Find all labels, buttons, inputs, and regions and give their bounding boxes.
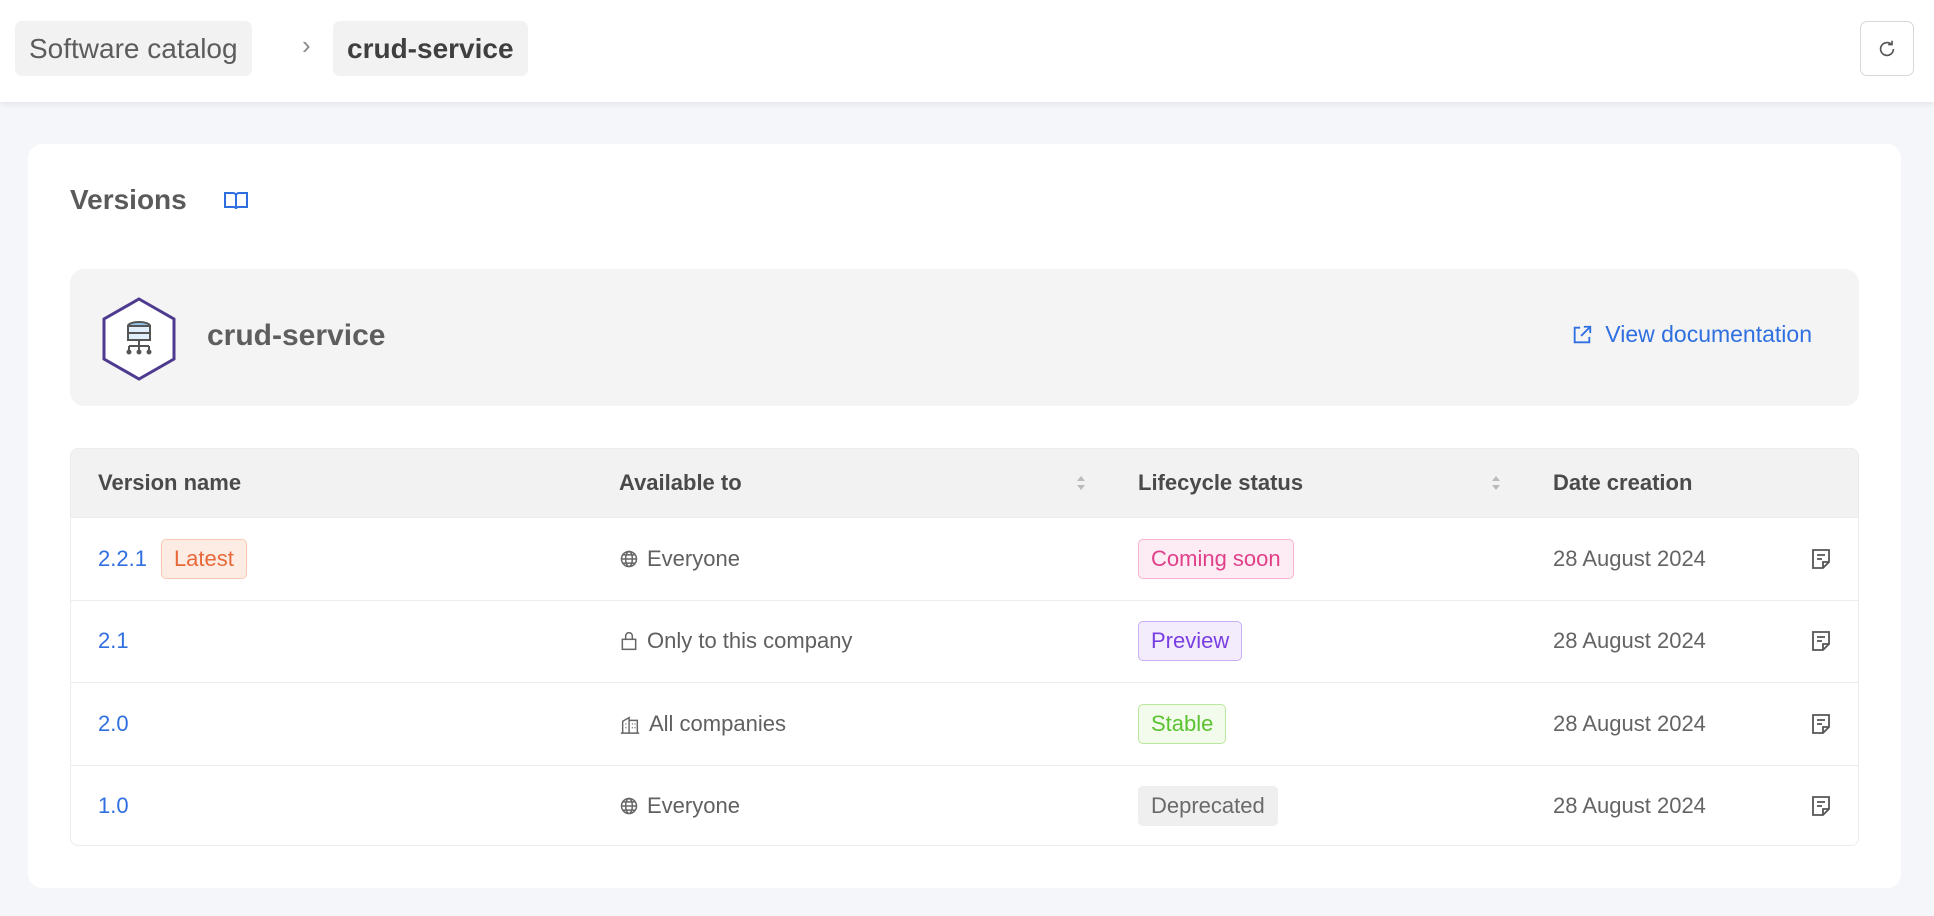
table-row: 2.0 All companies Stable 28 August 2024 [71, 682, 1858, 765]
versions-table: Version name Available to Lifecycle stat… [70, 448, 1859, 846]
building-icon [619, 713, 641, 735]
available-to-cell: Everyone [619, 766, 740, 846]
column-available-to[interactable]: Available to [619, 449, 742, 517]
refresh-icon [1879, 40, 1895, 56]
version-link[interactable]: 2.0 [98, 711, 129, 737]
breadcrumb-current: crud-service [333, 21, 528, 76]
status-badge: Preview [1138, 621, 1243, 662]
available-to-label: Everyone [647, 793, 740, 819]
status-badge: Stable [1138, 703, 1227, 744]
release-notes-button[interactable] [1811, 601, 1831, 683]
top-bar: Software catalog › crud-service [0, 0, 1934, 102]
view-documentation-link[interactable]: View documentation [1571, 321, 1812, 348]
date-cell: 28 August 2024 [1553, 710, 1706, 736]
service-logo [102, 297, 176, 381]
doc-link-label: View documentation [1605, 321, 1812, 347]
version-cell: 1.0 [98, 766, 129, 846]
status-cell: Preview [1138, 601, 1243, 683]
release-notes-button[interactable] [1811, 518, 1831, 600]
available-to-label: Everyone [647, 545, 740, 571]
breadcrumb-label: Software catalog [29, 32, 238, 64]
available-to-label: All companies [649, 710, 786, 736]
version-cell: 2.2.1 Latest [98, 518, 247, 600]
lock-icon [619, 630, 639, 652]
globe-icon [619, 796, 639, 816]
book-icon[interactable] [223, 190, 249, 212]
breadcrumb-software-catalog[interactable]: Software catalog [15, 21, 252, 76]
status-cell: Deprecated [1138, 766, 1278, 846]
version-link[interactable]: 1.0 [98, 793, 129, 819]
available-to-cell: All companies [619, 683, 786, 765]
sort-icon[interactable] [1490, 473, 1502, 493]
available-to-cell: Only to this company [619, 601, 852, 683]
breadcrumb-label: crud-service [347, 32, 514, 64]
available-to-label: Only to this company [647, 628, 853, 654]
table-row: 2.2.1 Latest Everyone Coming soon 28 Augu… [71, 517, 1858, 600]
external-link-icon [1574, 325, 1592, 343]
versions-card: Versions crud-service View documentation… [28, 144, 1901, 888]
status-cell: Stable [1138, 683, 1227, 765]
refresh-button[interactable] [1860, 21, 1914, 76]
column-date-creation: Date creation [1553, 470, 1693, 495]
service-name: crud-service [207, 319, 386, 352]
release-notes-button[interactable] [1811, 683, 1831, 765]
status-cell: Coming soon [1138, 518, 1294, 600]
available-to-cell: Everyone [619, 518, 740, 600]
column-lifecycle-status[interactable]: Lifecycle status [1138, 449, 1303, 517]
status-badge: Coming soon [1138, 538, 1294, 579]
version-cell: 2.1 [98, 601, 129, 683]
version-link[interactable]: 2.1 [98, 628, 129, 654]
date-cell: 28 August 2024 [1553, 628, 1706, 654]
latest-badge: Latest [160, 538, 247, 579]
globe-icon [619, 549, 639, 569]
page-title: Versions [70, 184, 187, 215]
release-note-icon [1812, 631, 1830, 652]
release-notes-button[interactable] [1811, 766, 1831, 846]
service-summary: crud-service View documentation [70, 269, 1859, 406]
release-note-icon [1812, 548, 1830, 569]
version-link[interactable]: 2.2.1 [98, 546, 147, 572]
date-cell: 28 August 2024 [1553, 545, 1706, 571]
table-header: Version name Available to Lifecycle stat… [71, 449, 1858, 517]
sort-icon[interactable] [1075, 473, 1087, 493]
table-row: 1.0 Everyone Deprecated 28 August 2024 [71, 764, 1858, 846]
status-badge: Deprecated [1138, 786, 1278, 827]
table-row: 2.1 Only to this company Preview 28 Augu… [71, 599, 1858, 683]
date-cell: 28 August 2024 [1553, 793, 1706, 819]
version-cell: 2.0 [98, 683, 129, 765]
release-note-icon [1812, 796, 1830, 817]
chevron-right-icon: › [302, 30, 311, 60]
release-note-icon [1812, 713, 1830, 734]
column-version-name: Version name [98, 470, 242, 495]
